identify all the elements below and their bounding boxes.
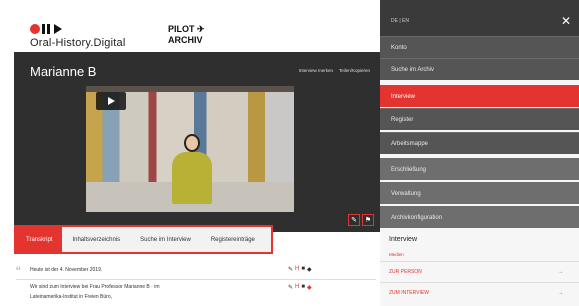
pause-icon [42,24,52,34]
transcript-line: Heute ist der 4. November 2019. [30,267,103,273]
pencil-icon[interactable]: ✎ [288,266,293,273]
person-head [184,134,200,152]
heading-icon[interactable]: H [295,266,299,273]
arrow-right-icon: → [558,289,563,296]
menu-item-interview[interactable]: Interview [380,85,579,107]
tag-icon[interactable]: ◆ [307,266,312,273]
tab-registry[interactable]: Registereinträge [201,227,265,252]
side-menu: DE | EN ✕ Konto Suche im Archiv Intervie… [380,0,579,306]
record-dot-icon [30,24,40,34]
play-button[interactable] [96,92,126,110]
tag-icon[interactable]: ◆ [307,284,312,291]
tab-search[interactable]: Suche im Interview [130,227,201,252]
pencil-icon[interactable]: ✎ [288,284,293,291]
comment-icon[interactable]: ■ [301,284,305,291]
heading-icon[interactable]: H [295,284,299,291]
flag-icon[interactable]: ⚑ [362,214,374,226]
share-action[interactable]: Teilen/Kopieren [339,68,370,73]
close-icon[interactable]: ✕ [561,14,571,28]
interview-title: Marianne B [30,64,97,79]
site-header: Oral-History.Digital PILOT ✈ ARCHIV [14,10,380,50]
transcript-line-icons: ✎ H ■ ◆ [288,266,312,273]
sub-item-person[interactable]: ZUR PERSON → [380,261,579,281]
pilot-line-1: PILOT ✈ [168,24,205,34]
sub-item-label: ZUM INTERVIEW [389,289,429,296]
sub-item-label: ZUR PERSON [389,268,422,275]
pilot-archive-label: PILOT ✈ ARCHIV [168,24,205,46]
transcript-divider [16,279,376,280]
interview-section-title: Interview [389,236,418,243]
menu-item-archive-config[interactable]: Archivkonfiguration [380,206,579,228]
video-player[interactable] [86,86,294,212]
play-icon [107,97,115,105]
media-link[interactable]: Medien [389,252,404,257]
person-body [172,152,212,204]
logo-text: Oral-History.Digital [30,37,126,49]
tab-contents[interactable]: Inhaltsverzeichnis [62,227,130,252]
menu-item-search[interactable]: Suche im Archiv [380,58,579,80]
arrow-right-icon: → [558,268,563,275]
interview-actions: Interview merken Teilen/Kopieren [299,68,370,73]
bookmark-action[interactable]: Interview merken [299,68,333,73]
menu-item-register[interactable]: Register [380,108,579,130]
menu-item-indexing[interactable]: Erschließung [380,158,579,180]
pilot-line-2: ARCHIV [168,35,203,45]
app-window: Oral-History.Digital PILOT ✈ ARCHIV Mari… [0,0,579,306]
menu-item-admin[interactable]: Verwaltung [380,182,579,204]
interview-stage: Marianne B Interview merken Teilen/Kopie… [14,52,380,232]
transcript-line: Wir sind zum Interview bei Frau Professo… [30,284,160,290]
tab-transcript[interactable]: Transkript [16,227,63,252]
logo[interactable] [30,23,62,35]
menu-item-account[interactable]: Konto [380,36,579,58]
edit-icon[interactable]: ✎ [348,214,360,226]
play-icon [54,24,62,34]
speaker-icon: ⚇ [16,266,21,272]
menu-top: DE | EN ✕ [380,0,579,36]
menu-item-workbook[interactable]: Arbeitsmappe [380,132,579,154]
transcript-line-icons: ✎ H ■ ◆ [288,284,312,291]
transcript-line: Lateinamerika-Institut in Freien Büro, [30,294,112,300]
interview-tabs: Transkript Inhaltsverzeichnis Suche im I… [14,225,273,254]
comment-icon[interactable]: ■ [301,266,305,273]
stage-icons: ✎ ⚑ [348,214,374,226]
language-switch[interactable]: DE | EN [391,18,409,24]
video-person [172,134,212,204]
sub-item-interview[interactable]: ZUM INTERVIEW → [380,282,579,302]
